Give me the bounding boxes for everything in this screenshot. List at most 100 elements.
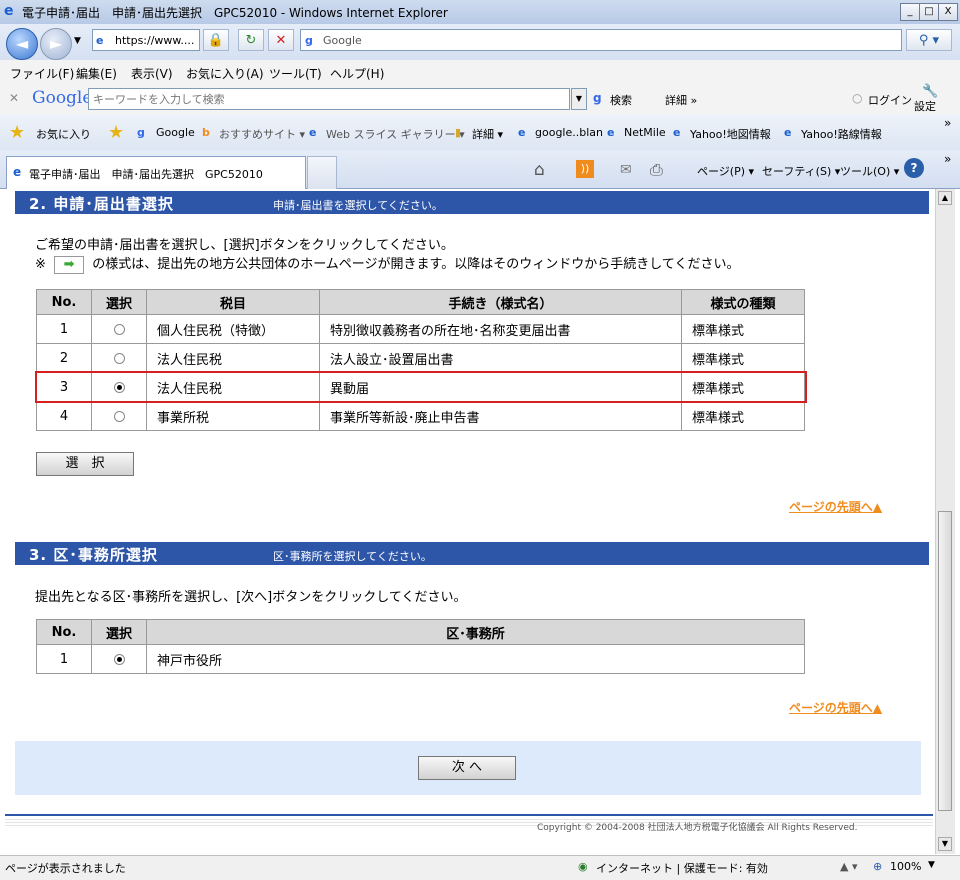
fav-google-blan[interactable]: google..blan	[535, 126, 603, 139]
fav-netmile[interactable]: NetMile	[624, 126, 666, 139]
favorites-button[interactable]: お気に入り	[36, 126, 91, 142]
new-tab-button[interactable]	[307, 156, 337, 189]
office-table: No. 選択 区･事務所 1 神戸市役所	[36, 619, 805, 674]
fav-yahoo-map[interactable]: Yahoo!地図情報	[690, 126, 771, 142]
search-button-icon[interactable]: ⚲ ▾	[906, 29, 952, 51]
google-logo: Google	[32, 88, 93, 108]
fav-suggested[interactable]: おすすめサイト ▾	[219, 126, 305, 142]
security-zone: インターネット | 保護モード: 有効	[596, 862, 768, 875]
login-button[interactable]: ログイン	[868, 92, 912, 108]
row-radio[interactable]	[113, 352, 125, 364]
menu-bar: ファイル(F) 編集(E) 表示(V) お気に入り(A) ツール(T) ヘルプ(…	[0, 60, 960, 85]
login-icon: ○	[852, 91, 863, 105]
row-kind: 標準様式	[681, 343, 805, 373]
forward-icon[interactable]: ►	[40, 28, 72, 60]
ie-icon: e	[4, 3, 14, 19]
next-button[interactable]: 次 へ	[418, 756, 516, 780]
office-table-header: No. 選択 区･事務所	[36, 619, 805, 645]
favorites-star-icon: ★	[9, 122, 26, 143]
table-row[interactable]: 2 法人住民税 法人設立･設置届出書 標準様式	[36, 343, 805, 373]
add-favorite-icon[interactable]: ★	[108, 122, 124, 143]
ie-page-icon: e	[673, 126, 681, 139]
row-radio-selected[interactable]	[113, 381, 125, 393]
lock-icon[interactable]: 🔒	[203, 29, 229, 51]
section-3-title: 3. 区･事務所選択	[29, 546, 158, 564]
back-icon[interactable]: ◄	[6, 28, 38, 60]
menu-edit[interactable]: 編集(E)	[76, 65, 117, 82]
row-procedure: 法人設立･設置届出書	[319, 343, 682, 373]
section-2-subtitle: 申請･届出書を選択してください。	[273, 199, 443, 212]
favorites-bar: ★ お気に入り ★ g Google b おすすめサイト ▾ e Web スライ…	[0, 114, 960, 151]
vertical-scrollbar[interactable]: ▲ ▼	[935, 189, 955, 854]
google-search-button[interactable]: 検索	[610, 92, 632, 108]
zoom-dropdown-icon[interactable]: ▼	[928, 860, 935, 870]
fav-more[interactable]: 詳細 ▾	[472, 126, 503, 142]
back-to-top-link[interactable]: ページの先頭へ▲	[789, 699, 882, 716]
col-select: 選択	[91, 289, 147, 315]
external-link-icon: ➡	[54, 255, 85, 274]
scroll-thumb[interactable]	[938, 511, 952, 811]
tools-menu[interactable]: ツール(O) ▾	[840, 163, 899, 179]
help-icon[interactable]: ?	[904, 158, 924, 178]
row-kind: 標準様式	[681, 372, 805, 402]
google-search-input[interactable]	[88, 88, 570, 110]
close-toolbar-icon[interactable]: ✕	[9, 91, 19, 105]
table-row[interactable]: 1 神戸市役所	[36, 644, 805, 674]
table-row-selected[interactable]: 3 法人住民税 異動届 標準様式	[36, 372, 805, 402]
scroll-up-icon[interactable]: ▲	[938, 191, 952, 205]
row-radio-selected[interactable]	[113, 653, 125, 665]
form-table-header: No. 選択 税目 手続き（様式名） 様式の種類	[36, 289, 805, 315]
protected-mode-icon[interactable]: ▲ ▾	[840, 860, 857, 873]
row-radio[interactable]	[113, 323, 125, 335]
internet-zone-icon: ◉	[578, 860, 588, 873]
nav-dropdown-icon[interactable]: ▼	[74, 36, 81, 46]
table-row[interactable]: 4 事業所税 事業所等新設･廃止申告書 標準様式	[36, 401, 805, 431]
feed-icon[interactable]: ))	[576, 160, 594, 178]
print-icon[interactable]: ⎙	[650, 160, 663, 180]
table-row[interactable]: 1 個人住民税（特徴） 特別徴収義務者の所在地･名称変更届出書 標準様式	[36, 314, 805, 344]
row-procedure: 事業所等新設･廃止申告書	[319, 401, 682, 431]
row-select-cell	[91, 343, 147, 373]
menu-file[interactable]: ファイル(F)	[10, 65, 74, 82]
stop-icon[interactable]: ✕	[268, 29, 294, 51]
refresh-icon[interactable]: ↻	[238, 29, 264, 51]
fav-web-slice[interactable]: Web スライス ギャラリー ▾	[326, 126, 465, 142]
menu-help[interactable]: ヘルプ(H)	[330, 65, 384, 82]
maximize-button[interactable]: □	[919, 3, 939, 21]
address-input[interactable]: e https://www....	[92, 29, 200, 51]
page-icon: e	[96, 34, 104, 47]
scroll-down-icon[interactable]: ▼	[938, 837, 952, 851]
google-more-button[interactable]: 詳細 »	[665, 92, 697, 108]
menu-tools[interactable]: ツール(T)	[269, 65, 322, 82]
fav-yahoo-route[interactable]: Yahoo!路線情報	[801, 126, 882, 142]
search-input[interactable]: g Google	[300, 29, 902, 51]
back-to-top-link[interactable]: ページの先頭へ▲	[789, 498, 882, 515]
google-dropdown-icon[interactable]: ▼	[571, 88, 587, 110]
chevron-right-icon[interactable]: »	[944, 152, 951, 166]
select-button[interactable]: 選 択	[36, 452, 134, 476]
minimize-button[interactable]: _	[900, 3, 920, 21]
close-button[interactable]: X	[938, 3, 958, 21]
zoom-icon: ⊕	[873, 860, 883, 873]
tab-active[interactable]: e 電子申請･届出 申請･届出先選択 GPC52010	[6, 156, 306, 189]
col-no: No.	[36, 619, 92, 645]
settings-button[interactable]: 設定	[914, 98, 936, 114]
row-tax: 法人住民税	[146, 343, 320, 373]
row-select-cell	[91, 372, 147, 402]
safety-menu[interactable]: セーフティ(S) ▾	[762, 163, 840, 179]
fav-google[interactable]: Google	[156, 126, 195, 139]
folder-icon: ▮	[455, 126, 462, 139]
menu-view[interactable]: 表示(V)	[131, 65, 173, 82]
ie-page-icon: e	[518, 126, 526, 139]
zoom-level[interactable]: 100%	[890, 860, 921, 873]
row-radio[interactable]	[113, 410, 125, 422]
chevron-right-icon[interactable]: »	[944, 116, 951, 130]
page-menu[interactable]: ページ(P) ▾	[697, 163, 754, 179]
suggested-sites-icon: b	[202, 126, 210, 139]
web-slice-icon: e	[309, 126, 317, 139]
note-marker: ※	[35, 257, 46, 272]
home-icon[interactable]: ⌂	[534, 160, 545, 180]
row-no: 1	[36, 644, 92, 674]
menu-favorites[interactable]: お気に入り(A)	[186, 65, 264, 82]
mail-icon[interactable]: ✉	[620, 162, 632, 178]
